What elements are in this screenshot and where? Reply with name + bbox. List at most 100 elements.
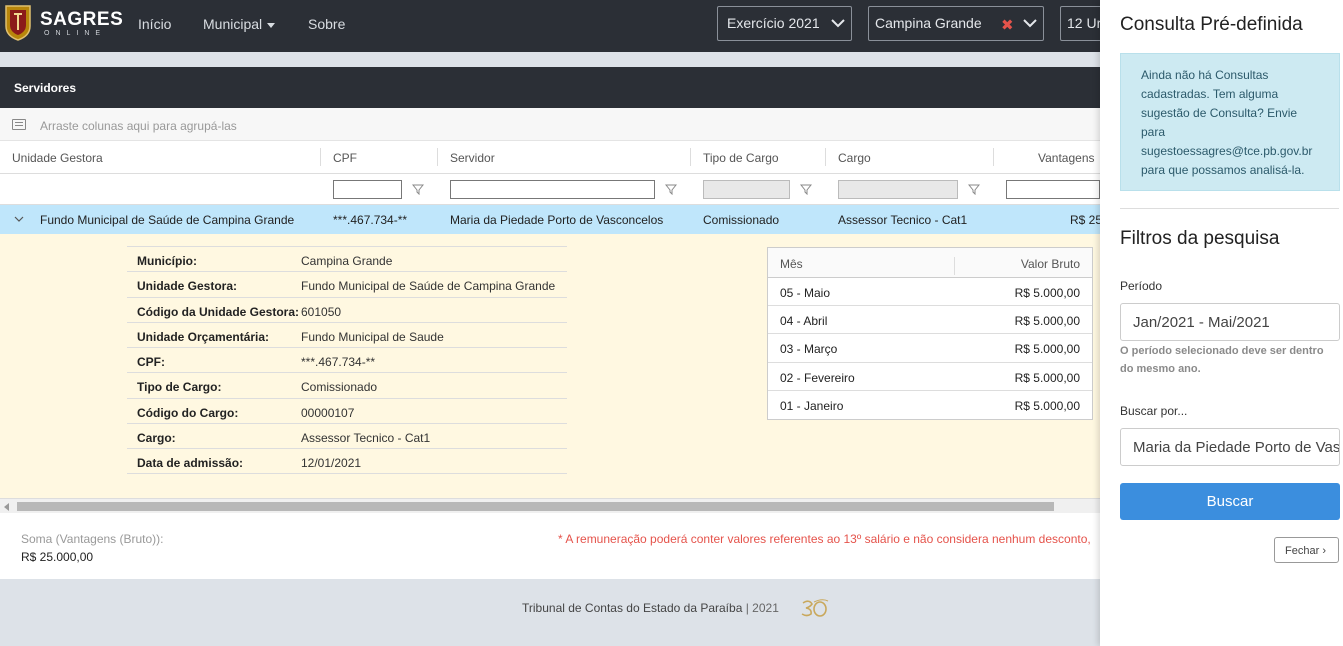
- footer-text: Tribunal de Contas do Estado da Paraíba …: [522, 601, 779, 615]
- nav-link-municipal[interactable]: Municipal: [203, 16, 276, 32]
- unidade-value: 12 Ur: [1067, 15, 1102, 31]
- detail-row: Unidade Orçamentária: Fundo Municipal de …: [127, 321, 567, 347]
- nav-link-municipal-label: Municipal: [203, 16, 263, 32]
- cell-mes: 01 - Janeiro: [780, 398, 844, 413]
- filter-icon[interactable]: [968, 184, 980, 195]
- column-header-cargo[interactable]: Cargo: [838, 151, 871, 165]
- column-header-mes[interactable]: Mês: [780, 257, 803, 271]
- filter-tipo-input[interactable]: [703, 180, 790, 199]
- detail-label: CPF:: [137, 355, 165, 370]
- column-divider: [954, 257, 955, 275]
- detail-row: Unidade Gestora: Fundo Municipal de Saúde…: [127, 271, 567, 296]
- column-header-unidade[interactable]: Unidade Gestora: [12, 151, 103, 165]
- collapse-chevron-icon[interactable]: [14, 215, 24, 223]
- filter-cargo-input[interactable]: [838, 180, 958, 199]
- fechar-label: Fechar: [1285, 545, 1320, 557]
- footer-org: Tribunal de Contas do Estado da Paraíba: [522, 601, 743, 615]
- detail-value: 12/01/2021: [301, 456, 362, 471]
- cell-cpf: ***.467.734-**: [333, 213, 408, 227]
- scrollbar-thumb[interactable]: [17, 502, 1054, 511]
- detail-row: CPF: ***.467.734-**: [127, 347, 567, 372]
- detail-value: Fundo Municipal de Saúde de Campina Gran…: [301, 279, 556, 294]
- filter-servidor-input[interactable]: [450, 180, 655, 199]
- sagres-shield-icon[interactable]: [4, 4, 32, 42]
- detail-value: Assessor Tecnico - Cat1: [301, 431, 431, 446]
- caret-down-icon: [267, 22, 276, 28]
- chevron-right-icon: ›: [1322, 545, 1326, 557]
- detail-label: Tipo de Cargo:: [137, 380, 222, 395]
- filter-vantagens-input[interactable]: [1006, 180, 1100, 199]
- grid-header: Unidade Gestora CPF Servidor Tipo de Car…: [0, 141, 1100, 174]
- fechar-button[interactable]: Fechar ›: [1274, 537, 1339, 563]
- table-row[interactable]: 03 - Março R$ 5.000,00: [768, 334, 1092, 363]
- detail-value: Campina Grande: [301, 254, 393, 268]
- detail-label: Data de admissão:: [137, 456, 244, 471]
- detail-row: Município: Campina Grande: [127, 246, 567, 271]
- column-divider: [437, 148, 438, 166]
- detail-row: Código da Unidade Gestora: 601050: [127, 296, 567, 322]
- detail-row: Data de admissão: 12/01/2021: [127, 448, 567, 474]
- cell-vantagens: R$ 25: [1070, 213, 1103, 227]
- buscar-por-label: Buscar por...: [1120, 404, 1188, 418]
- grid-filter-row: [0, 174, 1100, 205]
- cell-valor: R$ 5.000,00: [1014, 370, 1080, 385]
- column-header-tipo[interactable]: Tipo de Cargo: [703, 151, 779, 165]
- municipio-select[interactable]: Campina Grande ✖: [868, 6, 1044, 41]
- detail-row: Código do Cargo: 00000107: [127, 397, 567, 423]
- periodo-hint: O período selecionado deve ser dentro do…: [1120, 345, 1324, 375]
- scroll-left-icon[interactable]: [4, 503, 9, 511]
- column-header-vantagens[interactable]: Vantagens: [1038, 151, 1095, 165]
- monthly-header: Mês Valor Bruto: [768, 248, 1092, 278]
- group-drop-area[interactable]: Arraste colunas aqui para agrupá-las: [0, 108, 1100, 141]
- detail-label: Unidade Gestora:: [137, 279, 238, 294]
- logo-subtitle: ONLINE: [44, 30, 107, 37]
- periodo-label: Período: [1120, 279, 1163, 293]
- filters-title: Filtros da pesquisa: [1120, 228, 1280, 249]
- table-row[interactable]: 01 - Janeiro R$ 5.000,00: [768, 391, 1092, 419]
- footer-year: | 2021: [745, 601, 779, 615]
- table-row[interactable]: 05 - Maio R$ 5.000,00: [768, 278, 1092, 307]
- logo-text[interactable]: SAGRES: [40, 9, 123, 31]
- exercicio-select[interactable]: Exercício 2021: [717, 6, 852, 41]
- cell-valor: R$ 5.000,00: [1014, 314, 1080, 329]
- periodo-input[interactable]: Jan/2021 - Mai/2021: [1120, 303, 1340, 341]
- cell-mes: 02 - Fevereiro: [780, 370, 855, 385]
- filter-icon[interactable]: [800, 184, 812, 195]
- detail-label: Código do Cargo:: [137, 405, 239, 420]
- column-divider: [690, 148, 691, 166]
- detail-row: Cargo: Assessor Tecnico - Cat1: [127, 423, 567, 448]
- nav-link-sobre[interactable]: Sobre: [308, 16, 345, 32]
- municipio-value: Campina Grande: [875, 15, 982, 31]
- exercicio-value: Exercício 2021: [727, 15, 820, 31]
- cell-mes: 04 - Abril: [780, 314, 828, 329]
- clear-icon[interactable]: ✖: [1001, 16, 1014, 34]
- table-row[interactable]: 02 - Fevereiro R$ 5.000,00: [768, 363, 1092, 391]
- table-row[interactable]: Fundo Municipal de Saúde de Campina Gran…: [0, 205, 1103, 234]
- buscar-button[interactable]: Buscar: [1120, 483, 1340, 520]
- nav-link-inicio[interactable]: Início: [138, 16, 171, 32]
- cell-valor: R$ 5.000,00: [1014, 286, 1080, 300]
- filter-cpf-input[interactable]: [333, 180, 402, 199]
- column-header-servidor[interactable]: Servidor: [450, 151, 495, 165]
- detail-value: Comissionado: [301, 380, 378, 395]
- column-header-cpf[interactable]: CPF: [333, 151, 357, 165]
- column-divider: [320, 148, 321, 166]
- cell-unidade: Fundo Municipal de Saúde de Campina Gran…: [40, 213, 295, 227]
- table-row[interactable]: 04 - Abril R$ 5.000,00: [768, 306, 1092, 335]
- detail-value: Fundo Municipal de Saude: [301, 329, 444, 344]
- sum-value: R$ 25.000,00: [21, 550, 94, 564]
- group-placeholder: Arraste colunas aqui para agrupá-las: [40, 119, 237, 133]
- buscar-input[interactable]: Maria da Piedade Porto de Vasconcelos: [1120, 428, 1340, 466]
- divider: [1120, 208, 1339, 209]
- filter-icon[interactable]: [412, 184, 424, 195]
- cell-valor: R$ 5.000,00: [1014, 342, 1080, 357]
- cell-servidor: Maria da Piedade Porto de Vasconcelos: [450, 213, 664, 227]
- remuneration-note: * A remuneração poderá conter valores re…: [558, 532, 1091, 546]
- column-divider: [993, 148, 994, 166]
- cell-tipo: Comissionado: [703, 213, 780, 227]
- detail-label: Cargo:: [137, 431, 176, 446]
- detail-label: Código da Unidade Gestora:: [137, 304, 300, 319]
- filter-icon[interactable]: [665, 184, 677, 195]
- horizontal-scrollbar[interactable]: [0, 498, 1100, 513]
- column-header-valor[interactable]: Valor Bruto: [1021, 257, 1080, 271]
